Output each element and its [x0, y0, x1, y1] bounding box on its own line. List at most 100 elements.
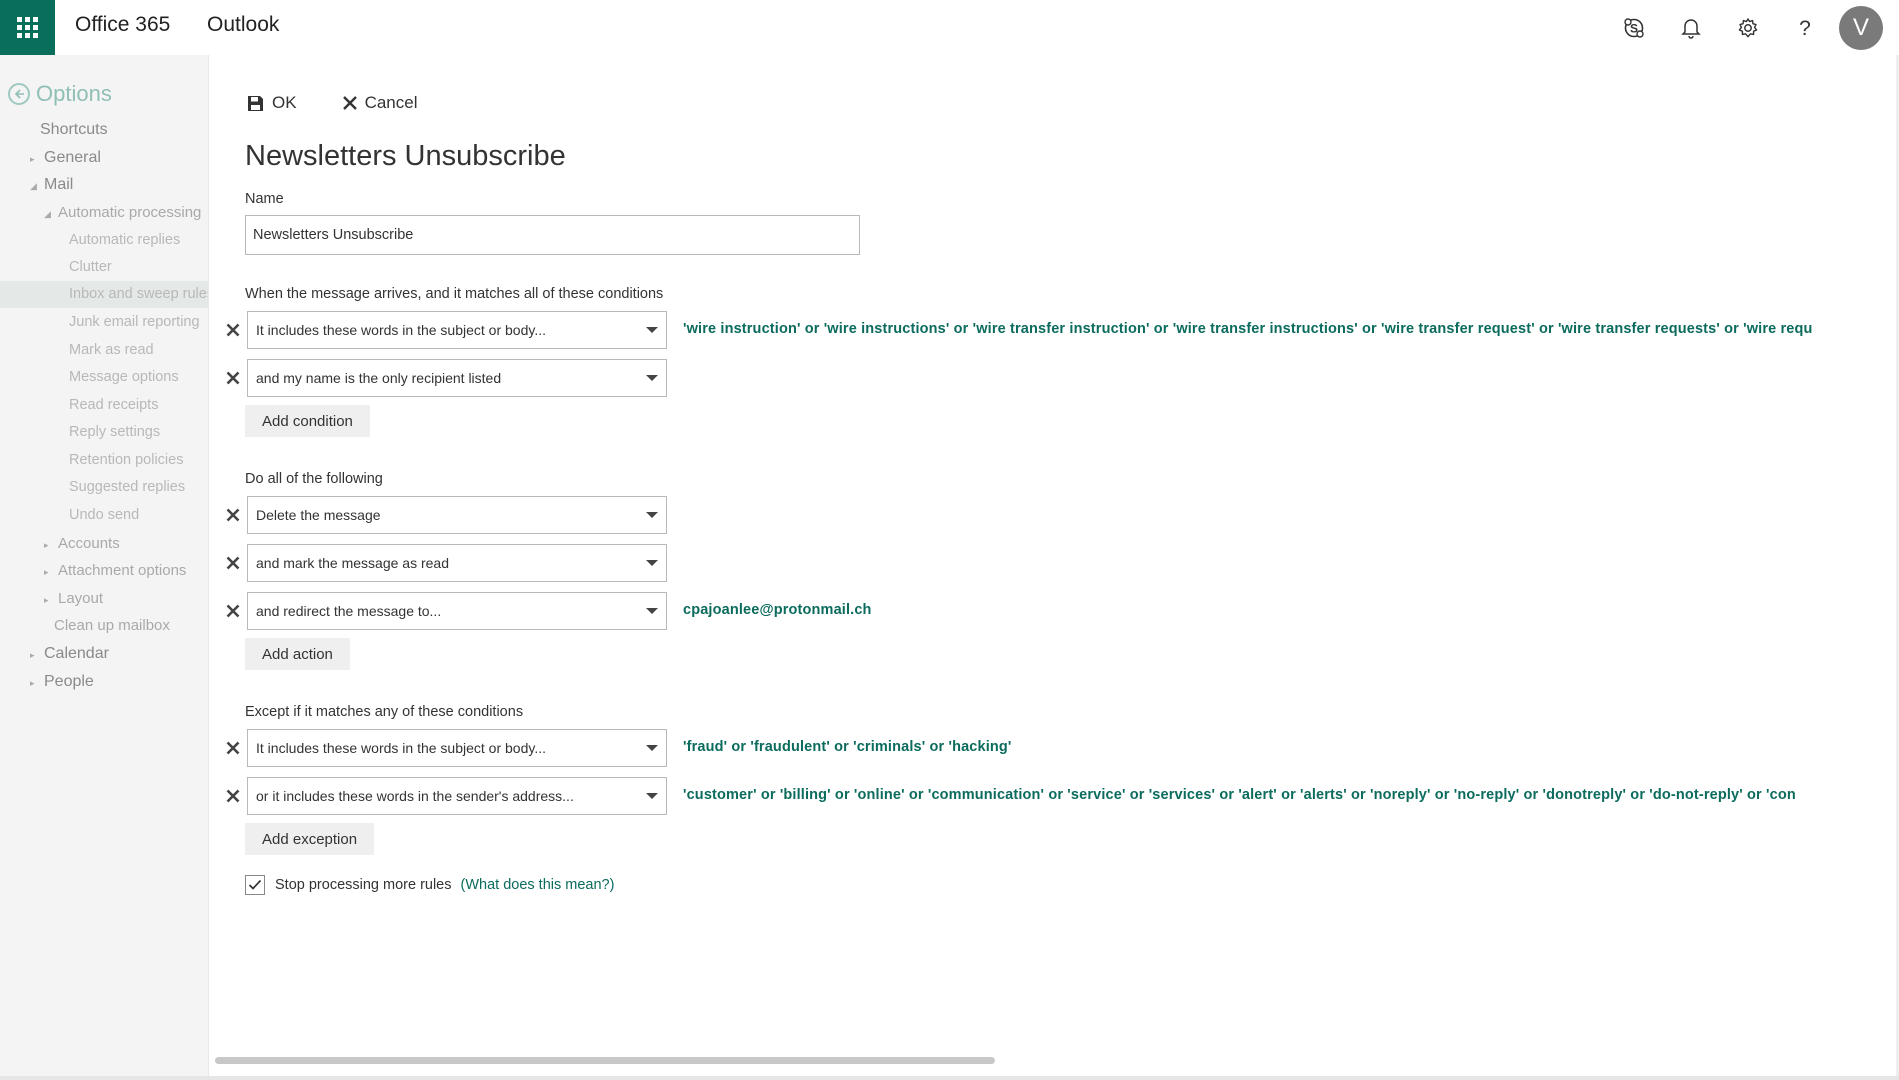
sidebar-item-automatic-replies[interactable]: Automatic replies: [69, 232, 180, 248]
add-exception-button[interactable]: Add exception: [245, 823, 375, 855]
back-arrow-icon: [8, 83, 30, 105]
action-dropdown[interactable]: and redirect the message to...: [247, 592, 667, 630]
dropdown-value: It includes these words in the subject o…: [256, 322, 547, 338]
action-row: and mark the message as read: [221, 544, 667, 582]
close-icon: [342, 96, 357, 110]
exception-row: or it includes these words in the sender…: [221, 777, 667, 815]
chevron-down-icon: [646, 560, 658, 566]
exceptions-label: Except if it matches any of these condit…: [245, 704, 524, 720]
what-does-this-mean-link[interactable]: (What does this mean?): [461, 877, 615, 893]
skype-icon[interactable]: S: [1605, 0, 1662, 55]
sidebar-item-general[interactable]: ▸ General: [30, 149, 101, 167]
sidebar-item-accounts[interactable]: ▸ Accounts: [44, 535, 120, 552]
svg-text:S: S: [1629, 21, 1637, 35]
ok-button[interactable]: OK: [247, 93, 297, 113]
sidebar-item-shortcuts[interactable]: Shortcuts: [40, 121, 108, 139]
app-name[interactable]: Outlook: [207, 13, 279, 37]
sidebar-item-clutter[interactable]: Clutter: [69, 259, 112, 275]
help-icon[interactable]: ?: [1776, 0, 1833, 55]
exception-row: It includes these words in the subject o…: [221, 729, 667, 767]
chevron-down-icon: [646, 608, 658, 614]
sidebar-item-message-options[interactable]: Message options: [69, 369, 179, 385]
sidebar-title: Options: [36, 81, 112, 106]
caret-right-icon: ▸: [44, 595, 49, 605]
actions-label: Do all of the following: [245, 471, 383, 487]
dropdown-value: It includes these words in the subject o…: [256, 740, 547, 756]
sidebar-item-layout[interactable]: ▸ Layout: [44, 590, 103, 607]
ok-label: OK: [272, 93, 297, 112]
dropdown-value: or it includes these words in the sender…: [256, 788, 574, 804]
add-action-button[interactable]: Add action: [245, 638, 350, 670]
sidebar-item-suggested-replies[interactable]: Suggested replies: [69, 479, 185, 495]
exception-words-link[interactable]: 'fraud' or 'fraudulent' or 'criminals' o…: [683, 739, 1012, 755]
sidebar-item-undo-send[interactable]: Undo send: [69, 507, 139, 523]
remove-condition-icon[interactable]: [221, 366, 245, 390]
action-dropdown[interactable]: and mark the message as read: [247, 544, 667, 582]
stop-processing-row: Stop processing more rules (What does th…: [245, 875, 614, 895]
top-icons: S ? V: [1605, 0, 1899, 55]
page-title: Newsletters Unsubscribe: [245, 140, 566, 172]
caret-right-icon: ▸: [44, 540, 49, 550]
save-icon: [248, 95, 263, 111]
rule-editor-panel: OK Cancel Newsletters Unsubscribe Name W…: [208, 55, 1899, 1080]
remove-action-icon[interactable]: [221, 503, 245, 527]
sidebar-item-clean-up-mailbox[interactable]: Clean up mailbox: [54, 617, 170, 634]
caret-right-icon: ▸: [30, 154, 35, 164]
caret-down-icon: ◢: [30, 181, 37, 191]
remove-exception-icon[interactable]: [221, 784, 245, 808]
cancel-button[interactable]: Cancel: [342, 93, 418, 113]
rule-name-input[interactable]: [245, 215, 860, 255]
top-bar: Office 365 Outlook S ? V: [0, 0, 1899, 55]
sidebar-item-attachment-options[interactable]: ▸ Attachment options: [44, 562, 186, 579]
gear-icon[interactable]: [1719, 0, 1776, 55]
condition-row: and my name is the only recipient listed: [221, 359, 667, 397]
sidebar-item-read-receipts[interactable]: Read receipts: [69, 397, 158, 413]
action-dropdown[interactable]: Delete the message: [247, 496, 667, 534]
sidebar-item-people[interactable]: ▸ People: [30, 673, 94, 691]
horizontal-scrollbar[interactable]: [215, 1057, 995, 1064]
sidebar-item-automatic-processing[interactable]: ◢ Automatic processing: [44, 204, 201, 221]
avatar[interactable]: V: [1839, 5, 1883, 50]
stop-processing-checkbox[interactable]: [245, 875, 265, 895]
remove-condition-icon[interactable]: [221, 318, 245, 342]
options-sidebar: Options Shortcuts ▸ General ◢ Mail ◢ Automa…: [0, 55, 214, 1080]
condition-dropdown[interactable]: and my name is the only recipient listed: [247, 359, 667, 397]
redirect-address-link[interactable]: cpajoanlee@protonmail.ch: [683, 602, 872, 618]
bell-icon[interactable]: [1662, 0, 1719, 55]
svg-text:?: ?: [1799, 17, 1811, 39]
conditions-label: When the message arrives, and it matches…: [245, 286, 664, 302]
sidebar-item-mail[interactable]: ◢ Mail: [30, 176, 73, 194]
waffle-icon: [17, 17, 38, 38]
app-launcher-button[interactable]: [0, 0, 55, 55]
add-condition-button[interactable]: Add condition: [245, 405, 370, 437]
chevron-down-icon: [646, 375, 658, 381]
sender-words-link[interactable]: 'customer' or 'billing' or 'online' or '…: [683, 787, 1796, 803]
exception-dropdown[interactable]: or it includes these words in the sender…: [247, 777, 667, 815]
caret-right-icon: ▸: [30, 678, 35, 688]
dropdown-value: Delete the message: [256, 507, 381, 523]
chevron-down-icon: [646, 793, 658, 799]
chevron-down-icon: [646, 512, 658, 518]
condition-dropdown[interactable]: It includes these words in the subject o…: [247, 311, 667, 349]
remove-action-icon[interactable]: [221, 599, 245, 623]
remove-exception-icon[interactable]: [221, 736, 245, 760]
sidebar-item-calendar[interactable]: ▸ Calendar: [30, 645, 109, 663]
stop-processing-label: Stop processing more rules: [275, 877, 452, 893]
sidebar-item-junk-email-reporting[interactable]: Junk email reporting: [69, 314, 200, 330]
dropdown-value: and my name is the only recipient listed: [256, 370, 502, 386]
cancel-label: Cancel: [364, 93, 418, 112]
dropdown-value: and redirect the message to...: [256, 603, 442, 619]
checkmark-icon: [248, 879, 262, 890]
sidebar-item-retention-policies[interactable]: Retention policies: [69, 452, 183, 468]
toolbar: OK Cancel: [247, 93, 463, 113]
remove-action-icon[interactable]: [221, 551, 245, 575]
brand-name[interactable]: Office 365: [75, 13, 170, 37]
name-label: Name: [245, 191, 284, 207]
sidebar-item-reply-settings[interactable]: Reply settings: [69, 424, 160, 440]
caret-right-icon: ▸: [30, 650, 35, 660]
options-back-button[interactable]: Options: [8, 81, 112, 107]
exception-dropdown[interactable]: It includes these words in the subject o…: [247, 729, 667, 767]
sidebar-item-mark-as-read[interactable]: Mark as read: [69, 342, 154, 358]
condition-words-link[interactable]: 'wire instruction' or 'wire instructions…: [683, 321, 1813, 337]
sidebar-item-inbox-sweep-rules[interactable]: Inbox and sweep rules: [0, 281, 214, 308]
